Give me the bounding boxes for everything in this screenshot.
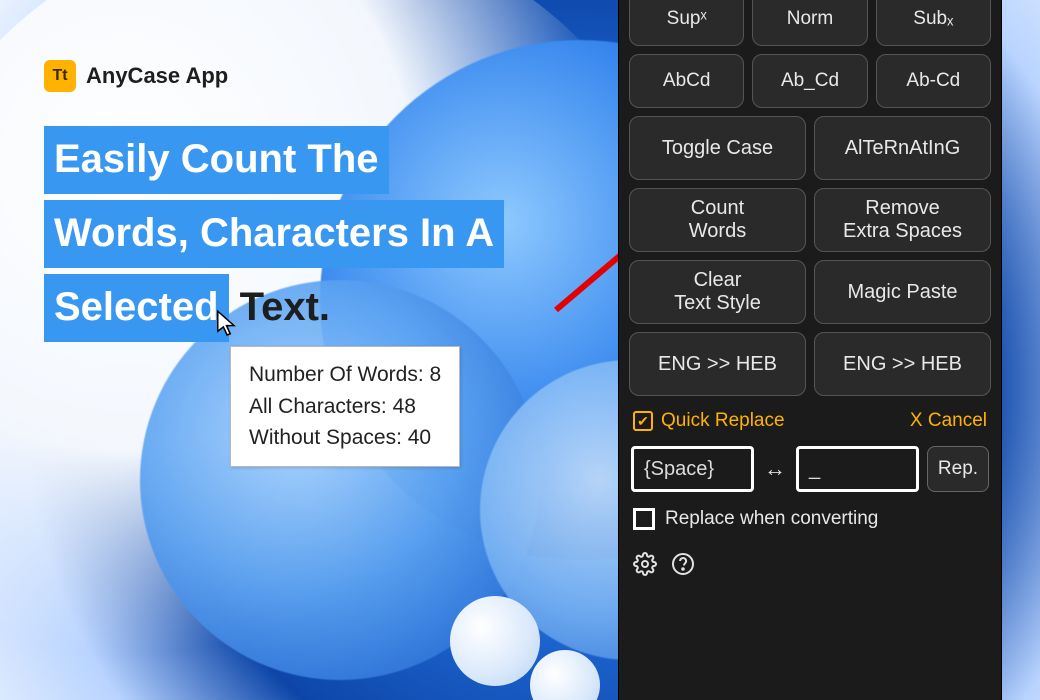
- replace-to-input[interactable]: _: [796, 446, 919, 492]
- promo-headline: Easily Count The Words, Characters In A …: [44, 126, 504, 342]
- headline-rest: Text.: [240, 285, 330, 329]
- btn-alternating[interactable]: AlTeRnAtInG: [814, 116, 991, 180]
- quick-replace-cancel[interactable]: X Cancel: [910, 410, 987, 432]
- brand: Tt AnyCase App: [44, 60, 228, 92]
- btn-magic-paste[interactable]: Magic Paste: [814, 260, 991, 324]
- headline-word-selected: Selected: [44, 274, 229, 342]
- replace-when-converting-label: Replace when converting: [665, 508, 878, 530]
- btn-snakecase[interactable]: Ab_Cd: [752, 54, 867, 108]
- btn-clear-text-style[interactable]: Clear Text Style: [629, 260, 806, 324]
- headline-line2: Words, Characters In A: [44, 200, 504, 268]
- btn-toggle-case[interactable]: Toggle Case: [629, 116, 806, 180]
- settings-icon[interactable]: [633, 552, 657, 581]
- replace-button[interactable]: Rep.: [927, 446, 989, 492]
- replace-from-input[interactable]: {Space}: [631, 446, 754, 492]
- btn-eng-heb-2[interactable]: ENG >> HEB: [814, 332, 991, 396]
- swap-icon[interactable]: ↔: [762, 456, 788, 482]
- panel-footer-icons: [629, 552, 991, 581]
- tooltip-words: Number Of Words: 8: [249, 359, 441, 391]
- btn-eng-heb-1[interactable]: ENG >> HEB: [629, 332, 806, 396]
- replace-when-converting-checkbox[interactable]: [633, 508, 655, 530]
- btn-count-words[interactable]: Count Words: [629, 188, 806, 252]
- quick-replace-label: Quick Replace: [661, 410, 785, 432]
- brand-logo: Tt: [44, 60, 76, 92]
- tooltip-chars: All Characters: 48: [249, 391, 441, 423]
- headline-line1: Easily Count The: [44, 126, 389, 194]
- btn-kebabcase[interactable]: Ab-Cd: [876, 54, 991, 108]
- btn-subscript[interactable]: Subₓ: [876, 0, 991, 46]
- btn-remove-extra-spaces[interactable]: Remove Extra Spaces: [814, 188, 991, 252]
- bg-dot: [450, 596, 540, 686]
- cursor-icon: [216, 310, 242, 345]
- word-count-tooltip: Number Of Words: 8 All Characters: 48 Wi…: [230, 346, 460, 467]
- tooltip-nospace: Without Spaces: 40: [249, 422, 441, 454]
- bg-dot: [530, 650, 600, 700]
- btn-camelcase[interactable]: AbCd: [629, 54, 744, 108]
- quick-replace-toggle[interactable]: ✔ Quick Replace: [633, 410, 785, 432]
- brand-name: AnyCase App: [86, 63, 228, 89]
- anycase-panel: Supˣ Norm Subₓ AbCd Ab_Cd Ab-Cd Toggle C…: [618, 0, 1002, 700]
- btn-superscript[interactable]: Supˣ: [629, 0, 744, 46]
- btn-normal[interactable]: Norm: [752, 0, 867, 46]
- help-icon[interactable]: [671, 552, 695, 581]
- checkbox-checked-icon: ✔: [633, 411, 653, 431]
